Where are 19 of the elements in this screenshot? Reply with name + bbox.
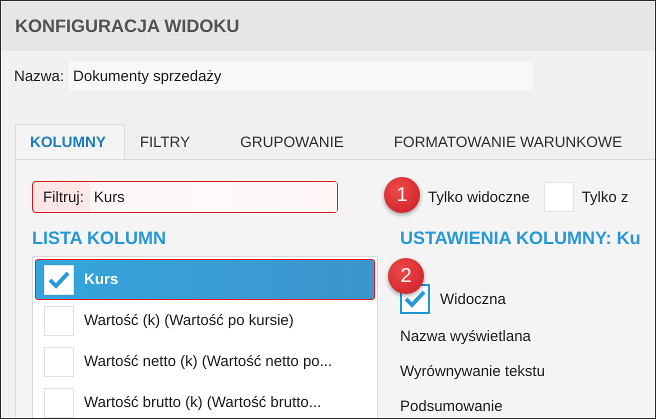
section-heading: LISTA KOLUMN bbox=[32, 228, 167, 250]
tab[interactable]: FORMATOWANIE WARUNKOWE bbox=[384, 124, 642, 159]
option-label[interactable]: Tylko z bbox=[582, 188, 628, 206]
check-icon bbox=[404, 290, 426, 308]
field-label: Wyrównywanie tekstu bbox=[400, 363, 546, 382]
name-field[interactable]: Dokumenty sprzedaży bbox=[69, 62, 534, 90]
tab[interactable]: KOLUMNY bbox=[15, 124, 125, 159]
check-icon bbox=[48, 270, 70, 288]
name-label: Nazwa: bbox=[14, 68, 64, 84]
filter-field[interactable]: Filtruj: Kurs bbox=[32, 181, 338, 213]
checkbox-label: Widoczna bbox=[440, 290, 506, 308]
field-label: Nazwa wyświetlana bbox=[400, 328, 532, 347]
filter-label: Filtruj: bbox=[43, 188, 84, 206]
window-title: KONFIGURACJA WIDOKU bbox=[15, 16, 240, 36]
tab[interactable]: GRUPOWANIE bbox=[231, 124, 363, 159]
field-label: Podsumowanie bbox=[400, 398, 504, 417]
tab[interactable]: FILTRY bbox=[130, 124, 210, 159]
section-heading: USTAWIENIA KOLUMNY: Ku bbox=[400, 228, 641, 250]
option-label[interactable]: Tylko widoczne bbox=[428, 188, 530, 206]
